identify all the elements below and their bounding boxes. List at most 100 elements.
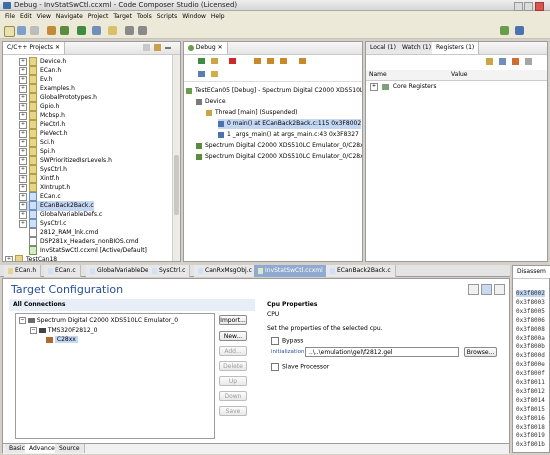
menu-help[interactable]: Help <box>211 11 225 23</box>
perspective-cc-icon[interactable] <box>515 26 524 35</box>
print-icon[interactable] <box>30 26 39 35</box>
run-icon[interactable] <box>77 26 86 35</box>
link-editor-icon[interactable] <box>154 44 161 51</box>
editor-tab[interactable]: ECan.c <box>44 265 81 277</box>
expand-icon[interactable]: + <box>19 66 27 75</box>
resume-icon[interactable] <box>198 58 205 64</box>
step-over-icon[interactable] <box>267 58 274 64</box>
asm-step-icon[interactable] <box>299 58 306 64</box>
init-script-field[interactable]: ..\..\emulation\gel\f2812.gel <box>305 347 459 357</box>
name-column-header[interactable]: Name <box>369 71 387 78</box>
menu-view[interactable]: View <box>37 11 51 23</box>
disassembly-line[interactable]: 0x3f8011 <box>516 379 545 386</box>
menu-target[interactable]: Target <box>113 11 132 23</box>
search-icon[interactable] <box>108 26 117 35</box>
expand-icon[interactable]: + <box>19 93 27 102</box>
suspend-icon[interactable] <box>211 58 218 64</box>
new-group-icon[interactable] <box>486 58 493 65</box>
expand-icon[interactable]: + <box>19 192 27 201</box>
disassembly-line[interactable]: 0x3f8014 <box>516 397 545 404</box>
menu-tools[interactable]: Tools <box>137 11 152 23</box>
format-icon[interactable] <box>512 58 519 65</box>
view-icon-2[interactable] <box>481 284 492 295</box>
slave-checkbox[interactable] <box>271 363 279 371</box>
disassembly-line[interactable]: 0x3f8006 <box>516 317 545 324</box>
expand-icon[interactable]: + <box>19 174 27 183</box>
debug-icon[interactable] <box>60 26 69 35</box>
debug-tree-item[interactable]: 0 main() at ECanBack2Back.c:115 0x3F8002 <box>218 119 362 129</box>
expand-icon[interactable]: + <box>19 129 27 138</box>
expand-icon[interactable]: + <box>19 84 27 93</box>
restart-icon[interactable] <box>198 71 205 77</box>
expand-icon[interactable]: + <box>370 82 378 91</box>
step-into-icon[interactable] <box>254 58 261 64</box>
disassembly-line[interactable]: 0x3f800d <box>516 352 545 359</box>
new-icon[interactable] <box>4 26 15 37</box>
tab-local[interactable]: Local (1) <box>366 42 401 54</box>
editor-tab[interactable]: CanRxMsgObj.c <box>194 265 257 277</box>
editor-tab[interactable]: SysCtrl.c <box>148 265 191 277</box>
expand-icon[interactable]: + <box>19 75 27 84</box>
expand-icon[interactable]: + <box>5 255 13 261</box>
close-icon[interactable]: ✕ <box>218 44 223 51</box>
debug-tree-item[interactable]: Device <box>196 97 226 107</box>
disassembly-line[interactable]: 0x3f800b <box>516 343 545 350</box>
project-file-item[interactable]: + TestCan18 <box>5 255 57 261</box>
add-button[interactable]: Add... <box>219 346 247 356</box>
disassembly-line[interactable]: 0x3f8005 <box>516 308 545 315</box>
expand-icon[interactable]: + <box>19 156 27 165</box>
refresh-icon[interactable] <box>92 26 101 35</box>
expand-icon[interactable]: + <box>19 165 27 174</box>
disassembly-line[interactable]: 0x3f8012 <box>516 388 545 395</box>
debug-tree-item[interactable]: Spectrum Digital C2000 XDS510LC Emulator… <box>196 152 362 162</box>
minimize-button[interactable] <box>514 2 523 11</box>
cpu-item[interactable]: C28xx <box>46 336 78 343</box>
save-icon[interactable] <box>17 26 26 35</box>
perspective-debug-icon[interactable] <box>500 26 509 35</box>
disassembly-line[interactable]: 0x3f8016 <box>516 415 545 422</box>
device-item[interactable]: − TMS320F2812_0 <box>30 327 97 334</box>
close-icon[interactable]: ✕ <box>55 44 60 51</box>
menu-scripts[interactable]: Scripts <box>157 11 178 23</box>
menu-navigate[interactable]: Navigate <box>56 11 83 23</box>
connection-item[interactable]: − Spectrum Digital C2000 XDS510LC Emulat… <box>19 317 178 324</box>
debug-tree-item[interactable]: 1 _args_main() at args_main.c:43 0x3F832… <box>218 130 359 140</box>
view-icon-1[interactable] <box>468 284 479 295</box>
tab-registers[interactable]: Registers (1) <box>432 42 480 54</box>
down-button[interactable]: Down <box>219 391 247 401</box>
delete-button[interactable]: Delete <box>219 361 247 371</box>
view-icon-3[interactable] <box>494 284 505 295</box>
expand-icon[interactable]: + <box>19 147 27 156</box>
collapse-icon[interactable]: − <box>30 327 37 334</box>
collapse-icon[interactable]: − <box>19 317 26 324</box>
disassembly-line[interactable]: 0x3f800a <box>516 335 545 342</box>
disassembly-line[interactable]: 0x3f8002 <box>516 290 545 297</box>
collapse-all-icon[interactable] <box>143 44 150 51</box>
bypass-checkbox[interactable] <box>271 337 279 345</box>
menu-file[interactable]: File <box>5 11 15 23</box>
expand-icon[interactable]: + <box>19 111 27 120</box>
tab-cpp-projects[interactable]: C/C++ Projects ✕ <box>3 42 65 54</box>
slave-processor-row[interactable]: Slave Processor <box>271 363 329 371</box>
step-return-icon[interactable] <box>280 58 287 64</box>
maximize-button[interactable] <box>524 2 533 11</box>
menu-edit[interactable]: Edit <box>20 11 32 23</box>
disassembly-line[interactable]: 0x3f8018 <box>516 424 545 431</box>
expand-icon[interactable]: + <box>19 201 27 210</box>
editor-tab[interactable]: ECanBack2Back.c <box>326 265 396 277</box>
menu-icon[interactable] <box>525 58 532 65</box>
browse-button[interactable]: Browse... <box>464 347 497 357</box>
value-column-header[interactable]: Value <box>451 71 467 78</box>
minimize-icon[interactable] <box>165 47 171 49</box>
tab-watch[interactable]: Watch (1) <box>398 42 437 54</box>
menu-project[interactable]: Project <box>88 11 109 23</box>
back-icon[interactable] <box>125 26 134 35</box>
forward-icon[interactable] <box>138 26 147 35</box>
debug-tree-item[interactable]: TestECan05 [Debug] - Spectrum Digital C2… <box>186 86 362 96</box>
expand-icon[interactable]: + <box>19 183 27 192</box>
expand-icon[interactable]: + <box>19 57 27 66</box>
close-button[interactable] <box>535 2 544 11</box>
refresh-icon[interactable] <box>499 58 506 65</box>
register-row[interactable]: + Core Registers <box>370 82 436 92</box>
reset-icon[interactable] <box>211 71 218 77</box>
